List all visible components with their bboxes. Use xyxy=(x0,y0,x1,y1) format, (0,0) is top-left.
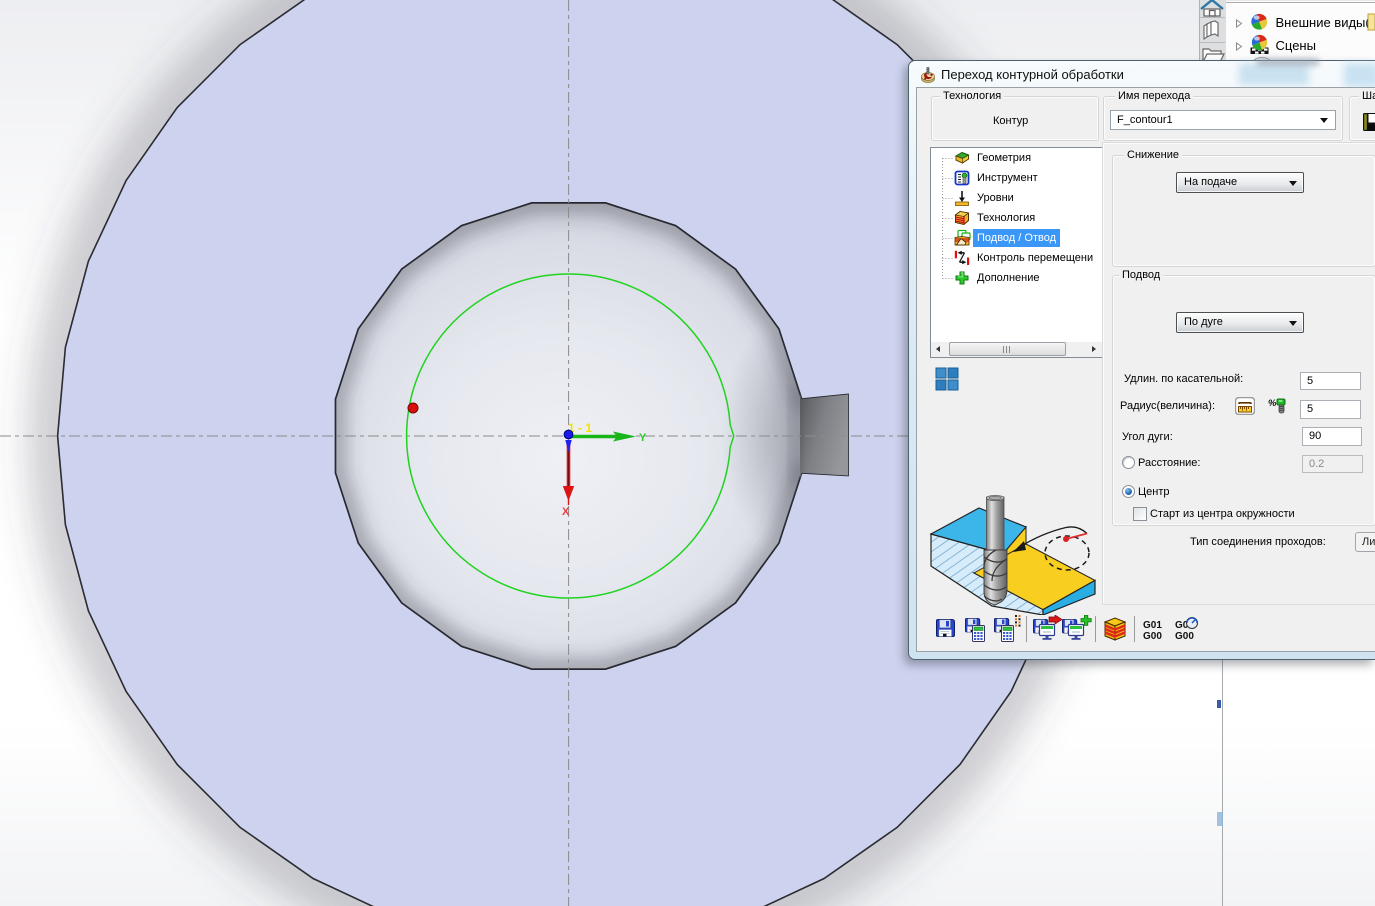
svg-text:Сцены: Сцены xyxy=(1276,38,1316,53)
svg-text:G00: G00 xyxy=(1143,631,1162,642)
svg-text:Y: Y xyxy=(639,432,647,444)
svg-text:G00: G00 xyxy=(1175,631,1194,642)
svg-text:X: X xyxy=(562,506,570,518)
svg-text:%: % xyxy=(1268,398,1277,409)
svg-text:G01: G01 xyxy=(1143,620,1162,631)
svg-text:Внешние виды(со: Внешние виды(со xyxy=(1276,15,1375,30)
